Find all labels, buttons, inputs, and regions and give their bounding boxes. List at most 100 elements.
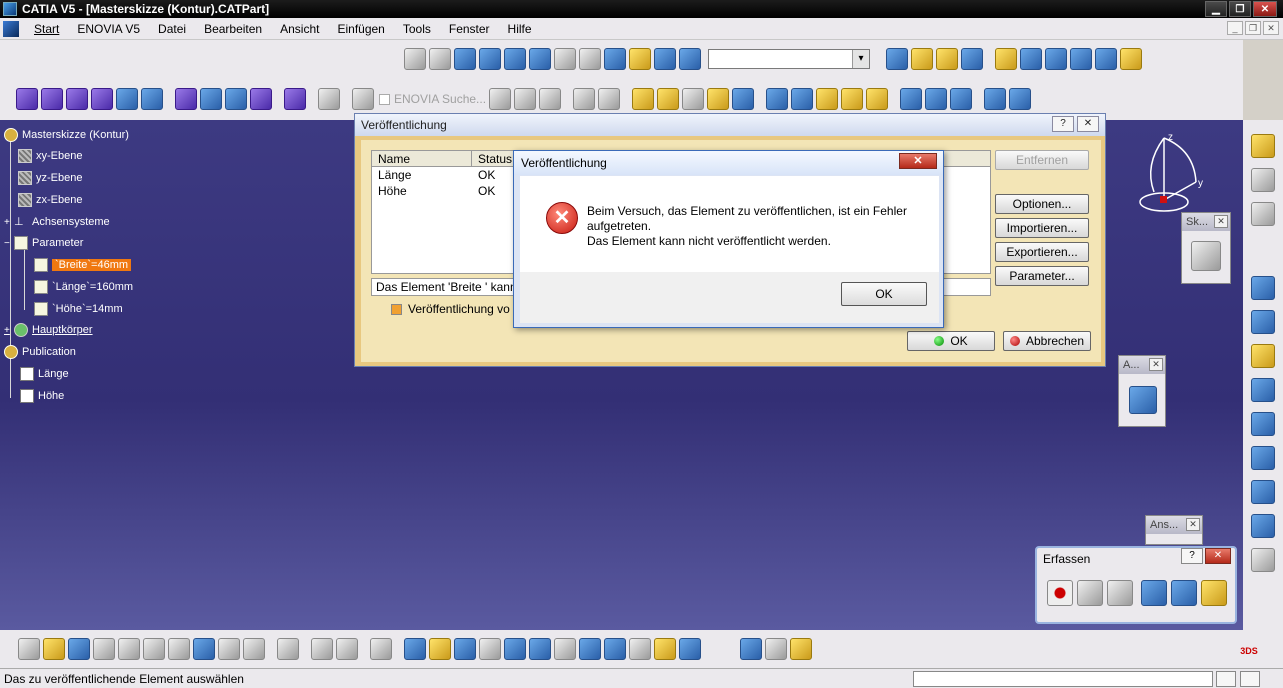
- menu-einfuegen[interactable]: Einfügen: [328, 22, 393, 36]
- multi-view-icon[interactable]: [579, 638, 601, 660]
- render-icon[interactable]: [984, 88, 1007, 110]
- section-icon[interactable]: [336, 638, 358, 660]
- export-button[interactable]: Exportieren...: [995, 242, 1089, 262]
- publication-checkbox[interactable]: Veröffentlichung vo: [391, 302, 510, 316]
- menu-tools[interactable]: Tools: [394, 22, 440, 36]
- assemble-icon[interactable]: [284, 88, 306, 110]
- tree-xy-plane[interactable]: xy-Ebene: [18, 147, 82, 165]
- law-icon[interactable]: [732, 88, 755, 110]
- dialog-ok-button[interactable]: OK: [907, 331, 995, 351]
- doc-restore-button[interactable]: ❐: [1245, 21, 1261, 35]
- record-icon[interactable]: [1047, 580, 1073, 606]
- list-icon[interactable]: [654, 48, 676, 70]
- remove-button[interactable]: Entfernen: [995, 150, 1089, 170]
- checkbox-icon[interactable]: [391, 303, 402, 315]
- wireframe-icon[interactable]: [911, 48, 933, 70]
- check-icon[interactable]: [707, 88, 730, 110]
- shaft-icon[interactable]: [41, 88, 63, 110]
- sketcher-icon[interactable]: [1191, 241, 1221, 271]
- grid-icon[interactable]: [479, 48, 501, 70]
- minimize-button[interactable]: ▁: [1205, 1, 1227, 17]
- link-icon[interactable]: [579, 48, 601, 70]
- print-icon[interactable]: [93, 638, 115, 660]
- expand-icon[interactable]: +: [4, 325, 14, 336]
- enovia-tool-2-icon[interactable]: [514, 88, 537, 110]
- tree-parameters[interactable]: − Parameter: [4, 234, 83, 252]
- formula-icon[interactable]: [632, 88, 655, 110]
- sketch-spline-icon[interactable]: [1251, 412, 1275, 436]
- column-name[interactable]: Name: [372, 151, 472, 166]
- rib-icon[interactable]: [91, 88, 113, 110]
- enovia-search-checkbox[interactable]: [379, 93, 390, 105]
- point-icon[interactable]: [995, 48, 1017, 70]
- spell-check-icon[interactable]: [370, 638, 392, 660]
- join-icon[interactable]: [961, 48, 983, 70]
- status-button-1[interactable]: [1216, 671, 1236, 687]
- catalog-icon[interactable]: [816, 88, 839, 110]
- line-icon[interactable]: [1020, 48, 1042, 70]
- sketch-line-icon[interactable]: [1251, 310, 1275, 334]
- swap-space-icon[interactable]: [679, 638, 701, 660]
- help-icon[interactable]: [243, 638, 265, 660]
- select-icon[interactable]: [1251, 168, 1275, 192]
- tree-icon[interactable]: [604, 48, 626, 70]
- tree-expand-icon[interactable]: [454, 48, 476, 70]
- cut-icon[interactable]: [118, 638, 140, 660]
- erfassen-close-button[interactable]: ✕: [1205, 548, 1231, 564]
- axis-icon[interactable]: [950, 88, 973, 110]
- menu-start[interactable]: Start: [25, 22, 68, 36]
- tree-publication[interactable]: Publication: [4, 343, 76, 361]
- tree-param-breite[interactable]: `Breite`=46mm: [34, 256, 132, 274]
- sketch-toolbar-close[interactable]: ✕: [1214, 215, 1228, 228]
- param-table-icon[interactable]: [841, 88, 864, 110]
- error-ok-button[interactable]: OK: [841, 282, 927, 306]
- expand-icon[interactable]: +: [4, 217, 14, 228]
- pan-icon[interactable]: [454, 638, 476, 660]
- menu-hilfe[interactable]: Hilfe: [499, 22, 541, 36]
- axis-system-icon[interactable]: [429, 48, 451, 70]
- collapse-icon[interactable]: −: [4, 238, 14, 249]
- fillet-icon[interactable]: [116, 88, 138, 110]
- fit-all-icon[interactable]: [429, 638, 451, 660]
- doc-close-button[interactable]: ✕: [1263, 21, 1279, 35]
- menu-fenster[interactable]: Fenster: [440, 22, 499, 36]
- curve-icon[interactable]: [1045, 48, 1067, 70]
- zoom-in-icon[interactable]: [504, 638, 526, 660]
- sketch-arc-icon[interactable]: [1251, 378, 1275, 402]
- view-icon[interactable]: [1009, 88, 1032, 110]
- erfassen-help-button[interactable]: ?: [1181, 548, 1203, 564]
- menu-enovia[interactable]: ENOVIA V5: [68, 22, 149, 36]
- capture-measure-icon[interactable]: [1201, 580, 1227, 606]
- mirror-icon[interactable]: [225, 88, 247, 110]
- select-arrow-icon[interactable]: [1077, 580, 1103, 606]
- update-icon[interactable]: [404, 48, 426, 70]
- hide-show-icon[interactable]: [654, 638, 676, 660]
- enovia-tool-1-icon[interactable]: [489, 88, 512, 110]
- compare-icon[interactable]: [598, 88, 621, 110]
- status-button-2[interactable]: [1240, 671, 1260, 687]
- measure-between-icon[interactable]: [740, 638, 762, 660]
- close-window-button[interactable]: ✕: [1253, 1, 1277, 17]
- paste-icon[interactable]: [168, 638, 190, 660]
- loft-icon[interactable]: [1095, 48, 1117, 70]
- profile-icon[interactable]: [1251, 276, 1275, 300]
- chamfer-icon[interactable]: [141, 88, 163, 110]
- tree-pub-hoehe[interactable]: Höhe: [20, 387, 64, 405]
- dialog-cancel-button[interactable]: Abbrechen: [1003, 331, 1091, 351]
- knowledge-icon[interactable]: [352, 88, 374, 110]
- save-icon[interactable]: [68, 638, 90, 660]
- view-toolbar-1-close[interactable]: ✕: [1149, 358, 1163, 371]
- zoom-out-icon[interactable]: [529, 638, 551, 660]
- publish-icon[interactable]: [900, 88, 923, 110]
- search-icon[interactable]: [629, 48, 651, 70]
- new-icon[interactable]: [18, 638, 40, 660]
- body-icon[interactable]: [504, 48, 526, 70]
- publication-help-button[interactable]: ?: [1052, 116, 1074, 132]
- boolean-icon[interactable]: [175, 88, 197, 110]
- tree-root[interactable]: Masterskizze (Kontur): [4, 126, 129, 144]
- table-icon[interactable]: [682, 88, 705, 110]
- tree-pub-laenge[interactable]: Länge: [20, 365, 69, 383]
- fly-icon[interactable]: [404, 638, 426, 660]
- 3ds-icon[interactable]: [318, 88, 340, 110]
- sketch-conic-icon[interactable]: [1251, 446, 1275, 470]
